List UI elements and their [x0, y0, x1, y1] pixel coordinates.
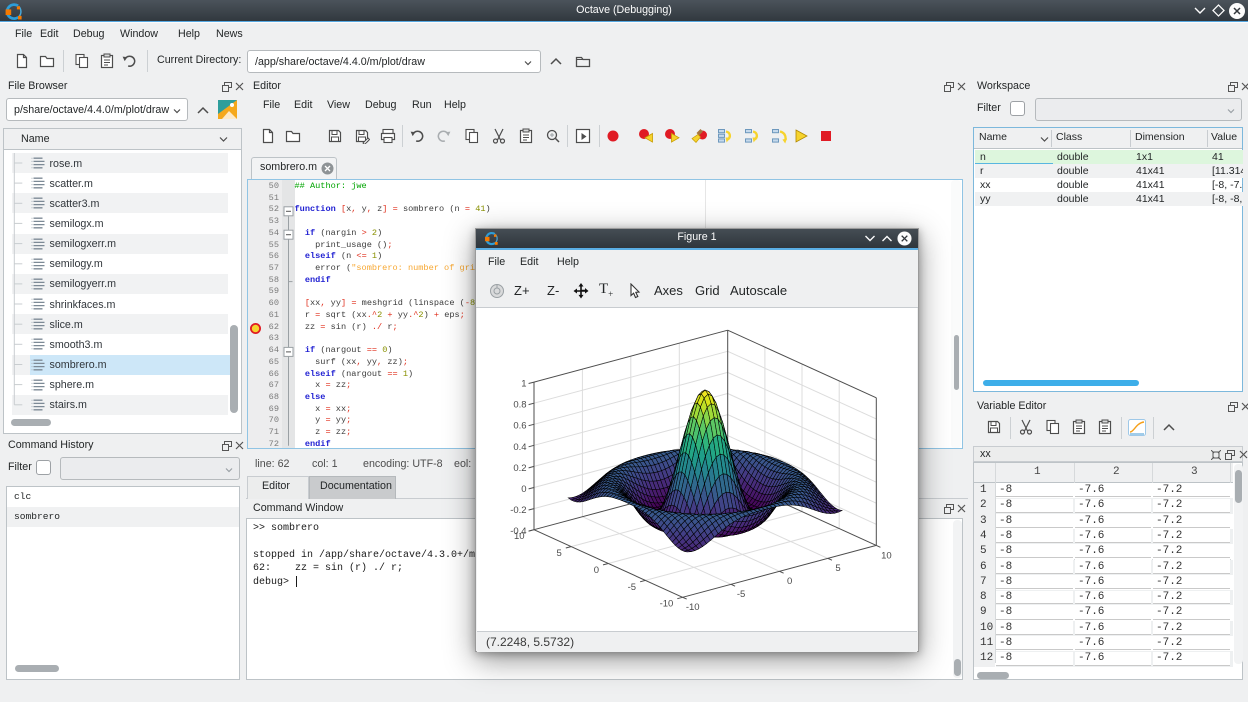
svg-text:0.2: 0.2: [513, 463, 526, 474]
svg-text:-0.2: -0.2: [510, 505, 526, 516]
svg-text:5: 5: [557, 548, 562, 559]
svg-text:0: 0: [521, 484, 526, 495]
svg-text:10: 10: [514, 531, 525, 542]
svg-text:-10: -10: [660, 599, 674, 610]
svg-text:5: 5: [835, 563, 840, 574]
svg-text:0: 0: [787, 576, 792, 587]
svg-text:1: 1: [521, 379, 526, 390]
svg-text:-5: -5: [628, 582, 636, 593]
svg-text:0.4: 0.4: [513, 442, 526, 453]
svg-text:0.6: 0.6: [513, 421, 526, 432]
svg-text:0.8: 0.8: [513, 400, 526, 411]
svg-text:10: 10: [881, 550, 892, 561]
svg-text:-10: -10: [686, 602, 700, 613]
svg-text:0: 0: [594, 565, 599, 576]
svg-text:-5: -5: [737, 589, 745, 600]
